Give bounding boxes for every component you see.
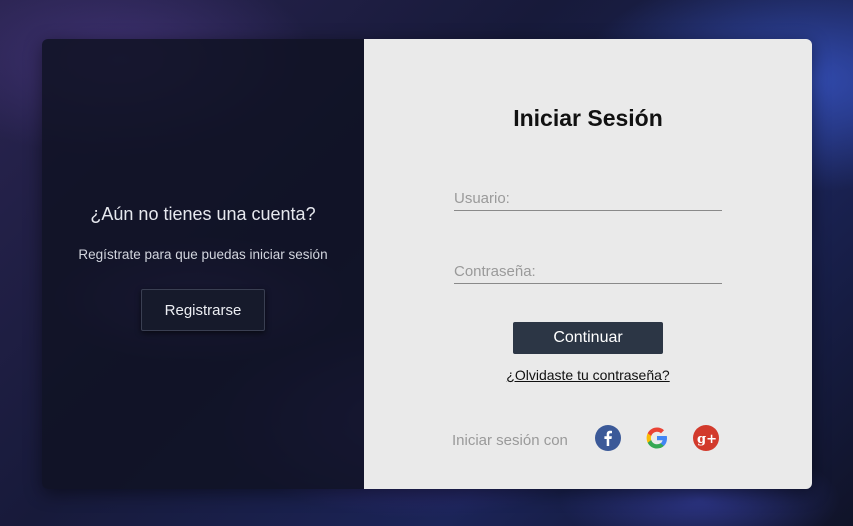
google-icon[interactable]	[644, 425, 670, 451]
login-panel: Iniciar Sesión Continuar ¿Olvidaste tu c…	[364, 39, 812, 489]
login-title: Iniciar Sesión	[513, 105, 663, 131]
auth-card: ¿Aún no tienes una cuenta? Regístrate pa…	[42, 39, 812, 489]
forgot-password-link[interactable]: ¿Olvidaste tu contraseña?	[364, 367, 812, 383]
continue-button[interactable]: Continuar	[513, 322, 663, 354]
google-plus-icon[interactable]: g+	[693, 425, 719, 451]
register-heading: ¿Aún no tienes una cuenta?	[90, 204, 316, 224]
social-login-label: Iniciar sesión con	[452, 432, 568, 449]
facebook-icon[interactable]	[595, 425, 621, 451]
register-subtitle: Regístrate para que puedas iniciar sesió…	[78, 247, 328, 262]
password-input[interactable]	[454, 259, 722, 284]
register-panel: ¿Aún no tienes una cuenta? Regístrate pa…	[42, 39, 364, 489]
svg-text:g+: g+	[697, 432, 717, 447]
register-button[interactable]: Registrarse	[141, 289, 265, 331]
username-input[interactable]	[454, 186, 722, 211]
